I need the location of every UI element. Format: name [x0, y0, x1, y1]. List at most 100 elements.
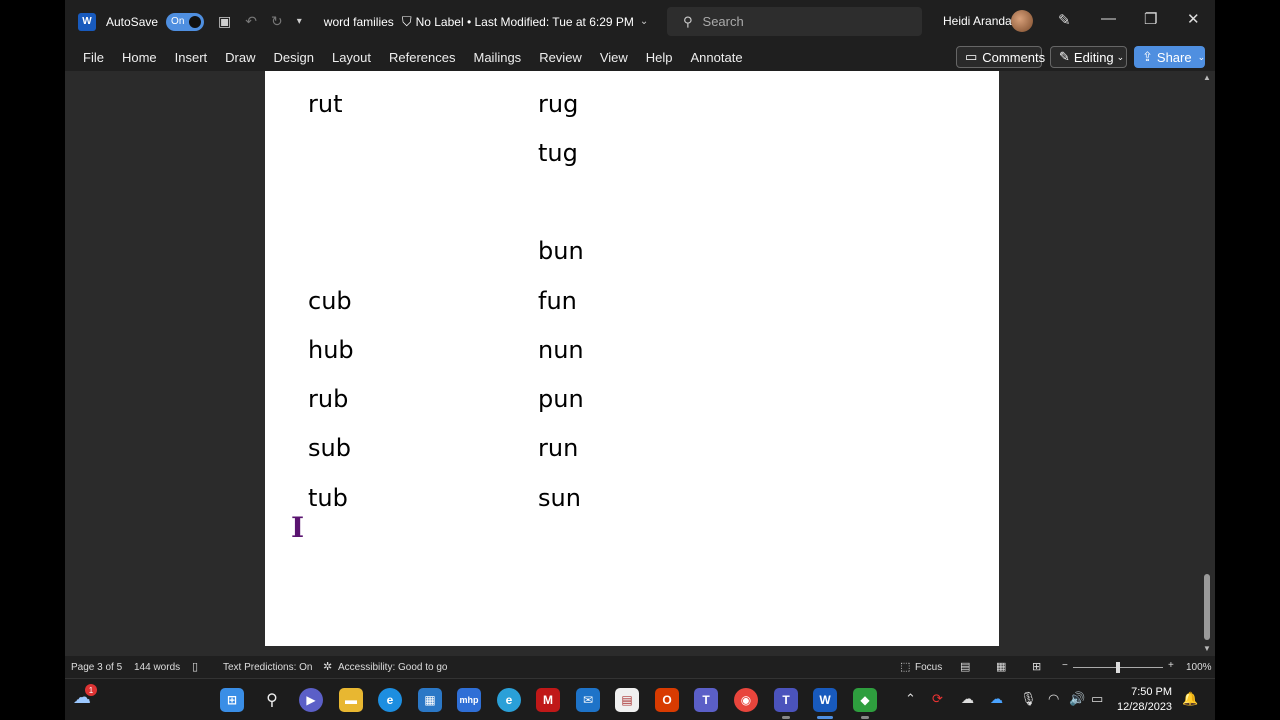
web-layout-icon[interactable]: ⊞ [1032, 660, 1041, 673]
tab-view[interactable]: View [591, 50, 637, 65]
battery-icon[interactable]: ▭ [1091, 691, 1103, 707]
tab-home[interactable]: Home [113, 50, 166, 65]
chevron-down-icon[interactable]: ⌄ [640, 16, 648, 27]
clock-time: 7:50 PM [1131, 686, 1173, 698]
document-page[interactable]: rut rug tug bun cub fun hub nun rub pun … [265, 71, 999, 646]
scroll-down-icon[interactable]: ▼ [1203, 644, 1211, 653]
sync-icon[interactable]: ⟳ [932, 691, 943, 707]
camtasia-icon[interactable]: ◆ [853, 688, 877, 712]
redo-icon[interactable]: ↻ [271, 13, 283, 30]
office-icon[interactable]: O [655, 688, 679, 712]
teams-work-icon[interactable]: T [774, 688, 798, 712]
word-list-item[interactable]: cub [308, 287, 352, 315]
word-list-item[interactable]: nun [538, 336, 584, 364]
tab-mailings[interactable]: Mailings [465, 50, 531, 65]
windows-start-icon[interactable]: ⊞ [220, 688, 244, 712]
mail-icon[interactable]: ✉ [576, 688, 600, 712]
word-list-item[interactable]: pun [538, 385, 584, 413]
tab-annotate[interactable]: Annotate [682, 50, 752, 65]
word-list-item[interactable]: sub [308, 434, 351, 462]
tab-insert[interactable]: Insert [166, 50, 217, 65]
comment-icon: ▭ [965, 49, 978, 64]
file-explorer-icon[interactable]: ▬ [339, 688, 363, 712]
chevron-up-icon[interactable]: ⌃ [905, 691, 916, 707]
mcafee-icon[interactable]: M [536, 688, 560, 712]
word-count[interactable]: 144 words [134, 662, 180, 673]
wifi-icon[interactable]: ◠ [1048, 691, 1059, 707]
document-canvas[interactable]: rut rug tug bun cub fun hub nun rub pun … [65, 71, 1200, 656]
search-icon[interactable]: ⚲ [260, 688, 284, 712]
word-app-icon: W [78, 12, 96, 31]
sticky-notes-icon[interactable]: ▤ [615, 688, 639, 712]
tab-help[interactable]: Help [637, 50, 682, 65]
title-bar: W AutoSave On ▣ ↶ ↻ ▾ word families ⛉ No… [65, 0, 1215, 43]
close-icon[interactable]: ✕ [1187, 10, 1200, 28]
autosave-toggle[interactable]: On [166, 12, 205, 31]
notification-bell-icon[interactable]: 🔔 [1182, 691, 1198, 707]
undo-icon[interactable]: ↶ [245, 13, 257, 30]
word-list-item[interactable]: rub [308, 385, 348, 413]
search-placeholder: Search [702, 14, 744, 29]
page-indicator[interactable]: Page 3 of 5 [71, 662, 122, 673]
tab-references[interactable]: References [380, 50, 464, 65]
windows-taskbar: ☁ 1 ⊞ ⚲ ▶ ▬ e ▦ mhp e M ✉ ▤ O T ◉ T W ◆ … [65, 678, 1215, 720]
running-indicator [782, 716, 790, 719]
avatar[interactable] [1011, 10, 1033, 32]
zoom-out-button[interactable]: − [1062, 660, 1068, 671]
onedrive-personal-icon[interactable]: ☁ [961, 691, 974, 707]
focus-button[interactable]: Focus [915, 662, 942, 673]
active-indicator [817, 716, 833, 719]
word-taskbar-icon[interactable]: W [813, 688, 837, 712]
search-box[interactable]: ⚲ Search [667, 7, 922, 36]
print-layout-icon[interactable]: ▦ [996, 660, 1006, 673]
mhp-icon[interactable]: mhp [457, 688, 481, 712]
scrollbar-thumb[interactable] [1204, 574, 1210, 640]
vertical-scrollbar[interactable]: ▲ ▼ [1200, 71, 1215, 656]
system-clock[interactable]: 7:50 PM 12/28/2023 [1117, 685, 1172, 715]
proofing-book-icon[interactable]: ▯ [192, 660, 198, 673]
pen-icon[interactable]: ✎ [1058, 11, 1071, 29]
user-name[interactable]: Heidi Aranda [943, 14, 1012, 28]
zoom-in-button[interactable]: + [1168, 660, 1174, 671]
word-list-item[interactable]: bun [538, 237, 584, 265]
comments-label: Comments [982, 49, 1046, 65]
customize-qat-icon[interactable]: ▾ [297, 16, 302, 27]
scroll-up-icon[interactable]: ▲ [1203, 73, 1211, 82]
word-list-item[interactable]: fun [538, 287, 577, 315]
microphone-icon[interactable]: 🎙 [1020, 691, 1037, 707]
share-icon: ⇪ [1142, 49, 1153, 64]
editing-mode-button[interactable]: ✎ Editing ⌄ [1050, 46, 1127, 68]
word-list-item[interactable]: sun [538, 484, 581, 512]
onedrive-icon[interactable]: ☁ [990, 691, 1003, 707]
edge-beta-icon[interactable]: e [497, 688, 521, 712]
word-list-item[interactable]: rut [308, 90, 343, 118]
restore-icon[interactable]: ❐ [1144, 10, 1157, 28]
comments-button[interactable]: ▭ Comments [956, 46, 1046, 68]
accessibility-status[interactable]: Accessibility: Good to go [338, 662, 448, 673]
save-icon[interactable]: ▣ [218, 13, 231, 30]
volume-icon[interactable]: 🔊 [1069, 691, 1085, 707]
document-title[interactable]: word families [324, 15, 394, 29]
tab-draw[interactable]: Draw [216, 50, 264, 65]
share-button[interactable]: ⇪ Share ⌄ [1134, 46, 1205, 68]
store-icon[interactable]: ▦ [418, 688, 442, 712]
tab-layout[interactable]: Layout [323, 50, 380, 65]
minimize-icon[interactable]: — [1101, 10, 1116, 27]
read-mode-icon[interactable]: ▤ [960, 660, 970, 673]
zoom-slider-thumb[interactable] [1116, 662, 1120, 673]
zoom-level[interactable]: 100% [1186, 662, 1212, 673]
word-list-item[interactable]: rug [538, 90, 578, 118]
chrome-icon[interactable]: ◉ [734, 688, 758, 712]
tab-file[interactable]: File [74, 50, 113, 65]
teams-icon[interactable]: T [694, 688, 718, 712]
tab-review[interactable]: Review [530, 50, 591, 65]
tab-design[interactable]: Design [265, 50, 323, 65]
word-list-item[interactable]: tug [538, 139, 578, 167]
text-predictions-status[interactable]: Text Predictions: On [223, 662, 312, 673]
word-list-item[interactable]: hub [308, 336, 354, 364]
edge-icon[interactable]: e [378, 688, 402, 712]
word-list-item[interactable]: run [538, 434, 578, 462]
document-label-info[interactable]: No Label • Last Modified: Tue at 6:29 PM [416, 15, 634, 29]
meet-icon[interactable]: ▶ [299, 688, 323, 712]
word-list-item[interactable]: tub [308, 484, 348, 512]
